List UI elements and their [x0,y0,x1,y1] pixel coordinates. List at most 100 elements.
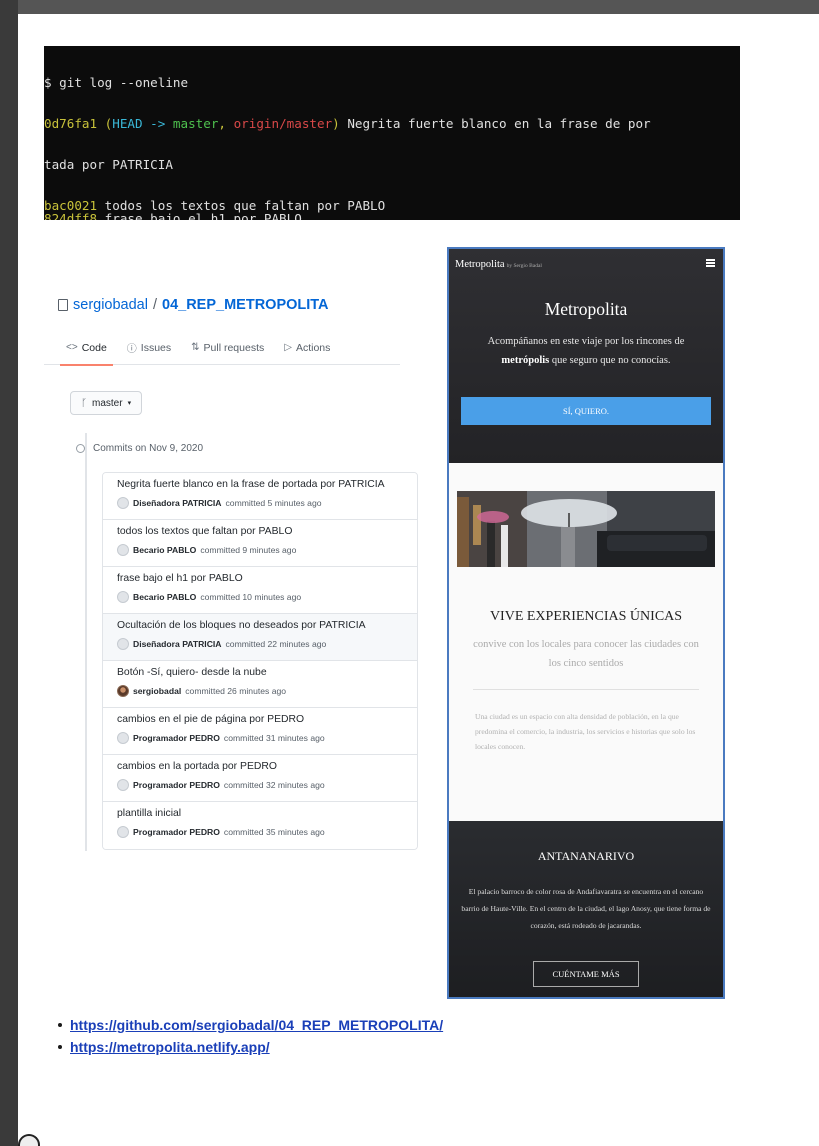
commit-meta: Programador PEDRO committed 31 minutes ag… [117,732,417,744]
commit-row[interactable]: todos los textos que faltan por PABLO Bec… [103,520,417,567]
avatar[interactable] [117,497,129,509]
avatar[interactable] [117,779,129,791]
commit-message-link[interactable]: Botón -Sí, quiero- desde la nube [117,667,417,683]
brand-byline: by Sergio Badal [506,263,542,269]
commit-list: Negrita fuerte blanco en la frase de por… [102,472,418,850]
commit-author[interactable]: Becario PABLO [133,592,196,602]
commit-message-link[interactable]: todos los textos que faltan por PABLO [117,526,417,542]
commit-meta: Becario PABLO committed 10 minutes ago [117,591,417,603]
link-item: https://github.com/sergiobadal/04_REP_ME… [58,1014,443,1036]
issue-icon: ⓘ [126,344,137,355]
tell-me-more-button[interactable]: CUÉNTAME MÁS [533,961,639,987]
commit-row[interactable]: cambios en el pie de página por PEDRO Pro… [103,708,417,755]
commit-message: frase bajo el h1 por PABLO [97,211,302,220]
commit-row[interactable]: Botón -Sí, quiero- desde la nube sergioba… [103,661,417,708]
commit-row[interactable]: Ocultación de los bloques no deseados po… [103,614,417,661]
commit-author[interactable]: Programador PEDRO [133,780,220,790]
section-divider [473,689,699,690]
avatar[interactable] [117,544,129,556]
branch-name: master [92,397,123,409]
terminal-line-wrap: tada por PATRICIA [44,156,173,172]
experiences-section: VIVE EXPERIENCIAS ÚNICAS convive con los… [449,463,723,821]
commit-author[interactable]: sergiobadal [133,686,181,696]
commit-time: committed 5 minutes ago [225,498,322,508]
branch-selector[interactable]: ᚴ master ▾ [70,391,143,415]
repo-tabs: <> Code ⓘ Issues ⇅ Pull requests ▷ Actions [44,331,400,366]
hero-section: Metropolita by Sergio Badal Metropolita A… [449,249,723,463]
code-icon: <> [66,342,78,353]
commits-date-label: Commits on Nov 9, 2020 [93,443,204,454]
commit-message-link[interactable]: plantilla inicial [117,808,417,824]
hamburger-menu-icon[interactable] [706,259,715,267]
bullet-icon [58,1023,62,1027]
play-icon: ▷ [284,342,292,353]
yes-i-want-button[interactable]: SÍ, QUIERO. [461,397,711,425]
terminal-line-head: 0d76fa1 (HEAD -> master, origin/master) … [44,115,651,131]
pull-request-icon: ⇅ [191,342,200,353]
commit-meta: Programador PEDRO committed 35 minutes ag… [117,826,417,838]
experiences-title: VIVE EXPERIENCIAS ÚNICAS [489,609,683,624]
city-title: ANTANANARIVO [537,849,635,863]
link-list: https://github.com/sergiobadal/04_REP_ME… [58,1014,443,1058]
avatar[interactable] [117,638,129,650]
tab-issues[interactable]: ⓘ Issues [127,331,171,365]
commit-row[interactable]: cambios en la portada por PEDRO Programad… [103,755,417,802]
avatar[interactable] [117,826,129,838]
tab-actions[interactable]: ▷ Actions [284,331,330,365]
repo-name-link[interactable]: 04_REP_METROPOLITA [162,297,329,313]
hero-bold-word: metrópolis [501,355,550,366]
branch-origin-label: origin/master [233,115,333,131]
commit-hash: 0d76fa1 [44,115,98,131]
commit-row[interactable]: plantilla inicial Programador PEDRO commit… [103,802,417,849]
repo-title: sergiobadal / 04_REP_METROPOLITA [58,297,329,313]
commit-time: committed 10 minutes ago [200,592,302,602]
netlify-site-link[interactable]: https://metropolita.netlify.app/ [70,1039,270,1055]
repo-separator: / [152,297,158,313]
avatar[interactable] [117,732,129,744]
commit-timeline [85,433,87,851]
commit-author[interactable]: Becario PABLO [133,545,196,555]
city-section: ANTANANARIVO El palacio barroco de color… [449,821,723,997]
tab-issues-label: Issues [140,341,172,354]
bullet-icon [58,1045,62,1049]
commit-message-link[interactable]: Ocultación de los bloques no deseados po… [117,620,417,636]
terminal-git-log: $ git log --oneline 0d76fa1 (HEAD -> mas… [44,46,740,220]
github-repo-link[interactable]: https://github.com/sergiobadal/04_REP_ME… [70,1017,443,1033]
terminal-command: $ git log --oneline [44,75,189,91]
commit-message-link[interactable]: cambios en la portada por PEDRO [117,761,417,777]
commit-author[interactable]: Diseñadora PATRICIA [133,498,222,508]
commit-row[interactable]: Negrita fuerte blanco en la frase de por… [103,473,417,520]
branch-icon: ᚴ [81,397,87,409]
repo-owner-link[interactable]: sergiobadal [73,297,148,313]
commit-message: Negrita fuerte blanco en la frase de por [339,115,651,131]
head-label: HEAD -> [112,115,173,131]
hero-subtitle: Acompáñanos en este viaje por los rincon… [487,336,685,366]
hero-title: Metropolita [544,299,628,319]
commit-row[interactable]: frase bajo el h1 por PABLO Becario PABLO c… [103,567,417,614]
experiences-subtitle: convive con los locales para conocer las… [473,639,699,669]
branch-master-label: master [172,115,219,131]
rainy-street-photo [457,491,715,567]
commit-message-link[interactable]: frase bajo el h1 por PABLO [117,573,417,589]
terminal-commit-line: 824dff8 frase bajo el h1 por PABLO [44,212,740,220]
site-brand[interactable]: Metropolita by Sergio Badal [455,259,542,270]
commits-date-heading: Commits on Nov 9, 2020 [76,443,203,454]
tab-pull-requests[interactable]: ⇅ Pull requests [191,331,264,365]
commit-message-link[interactable]: cambios en el pie de página por PEDRO [117,714,417,730]
commit-author[interactable]: Programador PEDRO [133,733,220,743]
terminal-commit-lines: bac0021 todos los textos que faltan por … [44,198,740,220]
city-body: El palacio barroco de color rosa de Anda… [461,887,711,930]
avatar[interactable] [117,685,129,697]
commit-meta: Diseñadora PATRICIA committed 5 minutes a… [117,497,417,509]
repo-icon [58,299,68,311]
commit-message-link[interactable]: Negrita fuerte blanco en la frase de por… [117,479,417,495]
commit-time: committed 22 minutes ago [225,639,327,649]
tab-code[interactable]: <> Code [60,331,113,366]
tab-pull-requests-label: Pull requests [203,341,265,354]
link-item: https://metropolita.netlify.app/ [58,1036,443,1058]
commit-author[interactable]: Programador PEDRO [133,827,220,837]
window-top-edge [0,0,819,14]
avatar[interactable] [117,591,129,603]
commit-author[interactable]: Diseñadora PATRICIA [133,639,222,649]
commit-dot-icon [76,444,85,453]
